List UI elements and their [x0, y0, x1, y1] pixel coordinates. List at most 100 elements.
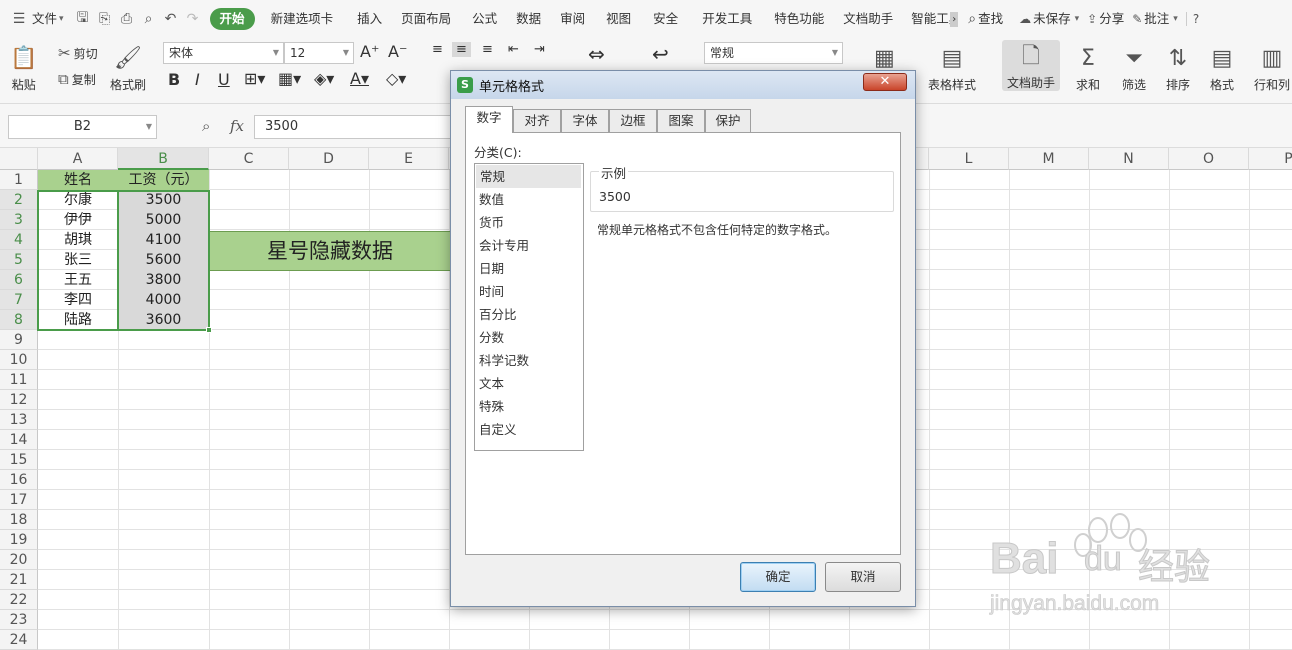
row-col-button[interactable]: ▥ 行和列 [1254, 42, 1290, 93]
number-format-select[interactable]: 常规 ▼ [704, 42, 843, 64]
col-header-p[interactable]: P [1249, 148, 1292, 170]
category-item[interactable]: 文本 [475, 372, 583, 395]
tab-new[interactable]: 新建选项卡 [261, 0, 344, 38]
zoom-icon[interactable]: ⌕ [202, 117, 210, 135]
cell-a1[interactable]: 姓名 [38, 170, 118, 190]
align-middle-icon[interactable]: ≡ [452, 42, 471, 57]
tab-pattern[interactable]: 图案 [657, 109, 705, 132]
banner-cell[interactable]: 星号隐藏数据 [209, 231, 451, 271]
row-header-21[interactable]: 21 [0, 570, 38, 590]
select-all-corner[interactable] [0, 148, 38, 170]
fx-icon[interactable]: fx [230, 117, 244, 135]
tab-smart-tools[interactable]: 智能工具 [902, 0, 950, 38]
col-header-e[interactable]: E [369, 148, 449, 170]
export-icon[interactable]: ⎘ [94, 11, 116, 27]
cell-a4[interactable]: 胡琪 [38, 230, 118, 250]
cell-b7[interactable]: 4000 [118, 290, 209, 310]
row-header-7[interactable]: 7 [0, 290, 38, 310]
row-header-16[interactable]: 16 [0, 470, 38, 490]
row-header-24[interactable]: 24 [0, 630, 38, 650]
row-header-3[interactable]: 3 [0, 210, 38, 230]
underline-icon[interactable]: U [218, 70, 230, 89]
tab-view[interactable]: 视图 [596, 0, 641, 38]
row-header-9[interactable]: 9 [0, 330, 38, 350]
border-icon[interactable]: ⊞▾ [244, 69, 265, 88]
formula-input[interactable]: 3500 [254, 115, 454, 139]
cell-a8[interactable]: 陆路 [38, 310, 118, 330]
indent-decrease-icon[interactable]: ⇤ [508, 42, 519, 57]
cell-b1[interactable]: 工资（元） [118, 170, 209, 190]
cell-b8[interactable]: 3600 [118, 310, 209, 330]
row-header-20[interactable]: 20 [0, 550, 38, 570]
format-button[interactable]: ▤ 格式 [1210, 42, 1234, 93]
table-style-button[interactable]: ▤ 表格样式 [928, 42, 976, 93]
col-header-o[interactable]: O [1169, 148, 1249, 170]
help-icon[interactable]: ? [1185, 12, 1199, 26]
sort-button[interactable]: ⇅ 排序 [1166, 42, 1190, 93]
tab-review[interactable]: 审阅 [549, 0, 596, 38]
fill-handle[interactable] [206, 327, 212, 333]
tab-features[interactable]: 特色功能 [764, 0, 834, 38]
close-button[interactable]: ✕ [863, 73, 907, 91]
tab-data[interactable]: 数据 [508, 0, 549, 38]
col-header-c[interactable]: C [209, 148, 289, 170]
align-bottom-icon[interactable]: ≡ [482, 42, 493, 57]
cut-button[interactable]: ✂ 剪切 [58, 44, 98, 62]
tab-border[interactable]: 边框 [609, 109, 657, 132]
row-header-14[interactable]: 14 [0, 430, 38, 450]
category-item[interactable]: 科学记数 [475, 349, 583, 372]
cell-a7[interactable]: 李四 [38, 290, 118, 310]
row-header-8[interactable]: 8 [0, 310, 38, 330]
row-header-6[interactable]: 6 [0, 270, 38, 290]
category-item[interactable]: 百分比 [475, 303, 583, 326]
dialog-titlebar[interactable]: S 单元格格式 [451, 71, 915, 99]
col-header-m[interactable]: M [1009, 148, 1089, 170]
row-header-15[interactable]: 15 [0, 450, 38, 470]
cell-a5[interactable]: 张三 [38, 250, 118, 270]
row-header-18[interactable]: 18 [0, 510, 38, 530]
category-item[interactable]: 数值 [475, 188, 583, 211]
row-header-19[interactable]: 19 [0, 530, 38, 550]
row-header-23[interactable]: 23 [0, 610, 38, 630]
row-header-17[interactable]: 17 [0, 490, 38, 510]
col-header-d[interactable]: D [289, 148, 369, 170]
save-icon[interactable]: 🖫 [72, 7, 94, 31]
share-button[interactable]: 分享 [1097, 0, 1132, 38]
indent-increase-icon[interactable]: ⇥ [534, 42, 545, 57]
category-item[interactable]: 自定义 [475, 418, 583, 441]
comment-button[interactable]: 批注 [1142, 0, 1173, 38]
tab-home[interactable]: 开始 [209, 8, 255, 30]
row-header-12[interactable]: 12 [0, 390, 38, 410]
row-header-1[interactable]: 1 [0, 170, 38, 190]
print-icon[interactable]: ⎙ [116, 11, 138, 27]
category-item[interactable]: 特殊 [475, 395, 583, 418]
tab-security[interactable]: 安全 [641, 0, 690, 38]
print-preview-icon[interactable]: ⌕ [138, 11, 160, 27]
paste-button[interactable]: 📋 粘贴 [10, 42, 37, 93]
category-item[interactable]: 分数 [475, 326, 583, 349]
clear-icon[interactable]: ◇▾ [386, 69, 406, 88]
font-grow-icon[interactable]: A⁺ [360, 42, 379, 61]
search-button[interactable]: 查找 [976, 0, 1019, 38]
tab-doc-assistant[interactable]: 文档助手 [834, 0, 902, 38]
redo-icon[interactable]: ↷ [182, 11, 204, 27]
row-header-22[interactable]: 22 [0, 590, 38, 610]
cancel-button[interactable]: 取消 [825, 562, 901, 592]
tab-font[interactable]: 字体 [561, 109, 609, 132]
tab-developer[interactable]: 开发工具 [690, 0, 764, 38]
undo-icon[interactable]: ↶ [160, 11, 182, 27]
cell-b6[interactable]: 3800 [118, 270, 209, 290]
merge-center-icon[interactable]: ⇔ [588, 42, 605, 66]
cell-b2[interactable]: 3500 [118, 190, 209, 210]
font-size-select[interactable]: 12 ▼ [284, 42, 354, 64]
cell-a2[interactable]: 尔康 [38, 190, 118, 210]
category-item[interactable]: 会计专用 [475, 234, 583, 257]
category-item[interactable]: 日期 [475, 257, 583, 280]
merge-icon[interactable]: ▦▾ [278, 69, 301, 88]
category-list[interactable]: 常规 数值 货币 会计专用 日期 时间 百分比 分数 科学记数 文本 特殊 自定义 [474, 163, 584, 451]
row-header-4[interactable]: 4 [0, 230, 38, 250]
category-item[interactable]: 时间 [475, 280, 583, 303]
tab-protection[interactable]: 保护 [705, 109, 751, 132]
category-item[interactable]: 货币 [475, 211, 583, 234]
col-header-a[interactable]: A [38, 148, 118, 170]
